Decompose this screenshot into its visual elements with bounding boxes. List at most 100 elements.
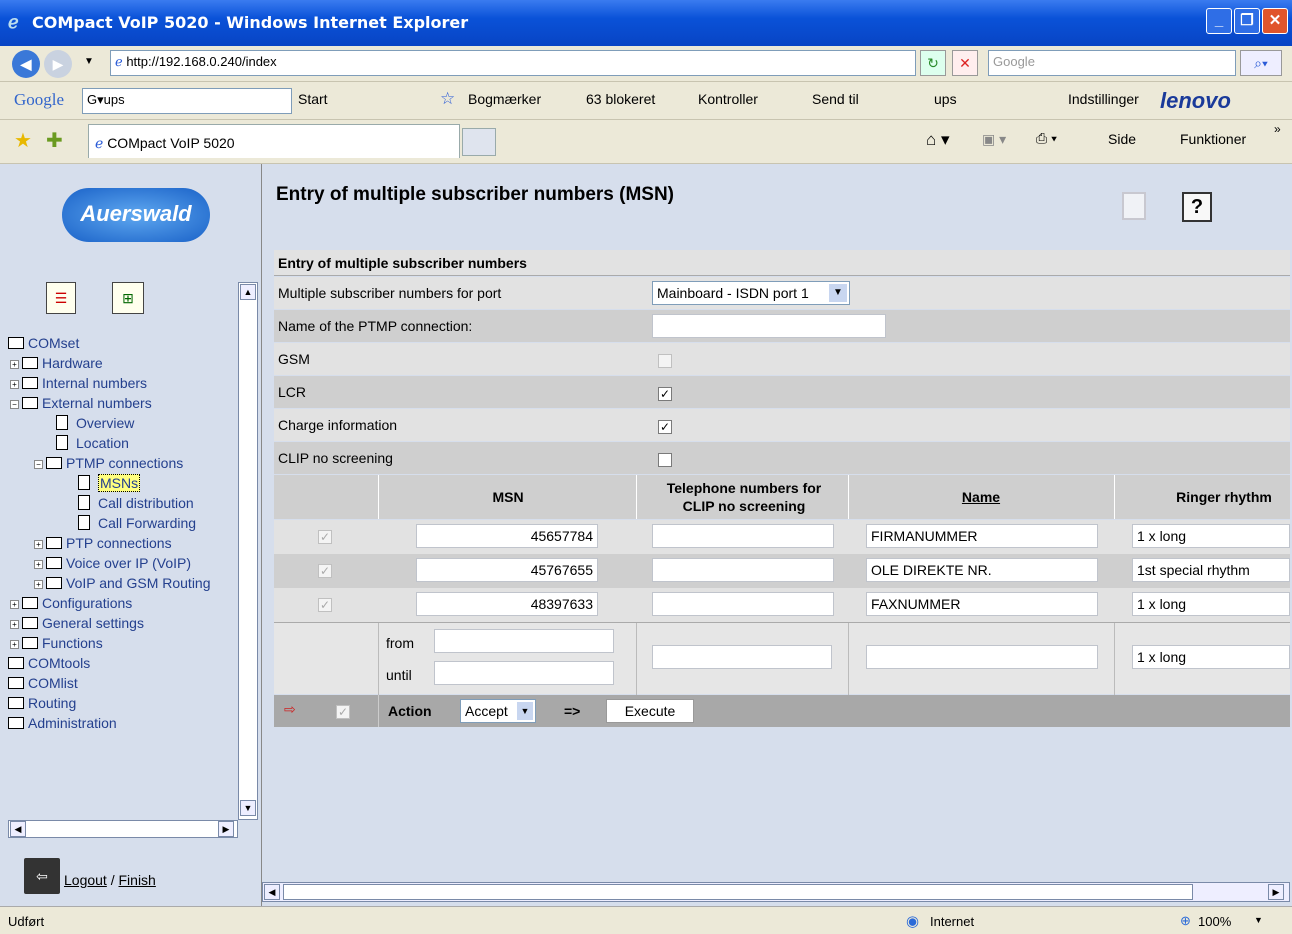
column-name[interactable]: Name — [850, 489, 1112, 505]
tree-view-icon[interactable]: ☰ — [46, 282, 76, 314]
dropdown-arrow-icon[interactable]: ▼ — [84, 56, 94, 67]
tree-internal-numbers[interactable]: + Internal numbers — [10, 374, 147, 392]
select-all-checkbox[interactable]: ✓ — [336, 705, 350, 719]
tools-menu[interactable]: Funktioner — [1180, 131, 1246, 147]
scroll-up-button[interactable]: ▲ — [240, 284, 256, 300]
help-button[interactable]: ? — [1182, 192, 1212, 222]
tree-hscrollbar[interactable] — [8, 820, 238, 838]
finish-link[interactable]: Finish — [119, 872, 156, 888]
row-select-checkbox[interactable]: ✓ — [318, 598, 332, 612]
page-menu[interactable]: Side — [1108, 131, 1136, 147]
name-input[interactable]: FAXNUMMER — [866, 592, 1098, 616]
new-tab-button[interactable] — [462, 128, 496, 156]
back-button[interactable]: ◀ — [12, 50, 40, 78]
row-select-checkbox[interactable]: ✓ — [318, 564, 332, 578]
print-icon[interactable]: ⎙ ▾ — [1036, 130, 1057, 147]
search-icon[interactable]: ⌕▾ — [1240, 50, 1282, 76]
tree-comtools[interactable]: COMtools — [8, 654, 90, 672]
ringer-select[interactable]: 1 x long — [1132, 592, 1290, 616]
popup-blocked-button[interactable]: 63 blokeret — [586, 91, 655, 107]
tree-hardware[interactable]: + Hardware — [10, 354, 103, 372]
start-button[interactable]: Start — [298, 91, 328, 107]
tree-functions[interactable]: + Functions — [10, 634, 103, 652]
tab-compact[interactable]: ℯ COMpact VoIP 5020 — [88, 124, 460, 158]
ptmp-name-input[interactable] — [652, 314, 886, 338]
msn-input[interactable]: 45657784 — [416, 524, 598, 548]
refresh-button[interactable]: ↻ — [920, 50, 946, 76]
tree-ptp-connections[interactable]: + PTP connections — [34, 534, 172, 552]
tree-administration[interactable]: Administration — [8, 714, 117, 732]
tree-call-forwarding[interactable]: Call Forwarding — [78, 514, 196, 532]
msn-input[interactable]: 45767655 — [416, 558, 598, 582]
hscroll-thumb[interactable] — [283, 884, 1193, 900]
tree-general-settings[interactable]: + General settings — [10, 614, 144, 632]
tree-comlist[interactable]: COMlist — [8, 674, 78, 692]
maximize-button[interactable]: ❐ — [1234, 8, 1260, 34]
zoom-dropdown-icon[interactable]: ▼ — [1254, 915, 1263, 925]
logout-door-icon[interactable]: ⇦ — [24, 858, 60, 894]
home-icon[interactable]: ⌂ ▾ — [926, 130, 950, 150]
row-select-checkbox[interactable]: ✓ — [318, 530, 332, 544]
lcr-checkbox[interactable]: ✓ — [658, 387, 672, 401]
stop-button[interactable]: ✕ — [952, 50, 978, 76]
tree-call-distribution[interactable]: Call distribution — [78, 494, 194, 512]
clip-number-input[interactable] — [652, 524, 834, 548]
highlight-ups-button[interactable]: ups — [934, 91, 957, 107]
expand-icon: + — [10, 360, 19, 369]
tree-scrollbar[interactable] — [238, 282, 258, 820]
favorites-star-icon[interactable]: ★ — [14, 128, 32, 153]
overflow-chevron-icon[interactable]: » — [1274, 122, 1281, 136]
name-input[interactable]: OLE DIREKTE NR. — [866, 558, 1098, 582]
tree-voip-gsm-routing[interactable]: + VoIP and GSM Routing — [34, 574, 211, 592]
spellcheck-button[interactable]: Kontroller — [698, 91, 758, 107]
scroll-down-button[interactable]: ▼ — [240, 800, 256, 816]
close-button[interactable]: ✕ — [1262, 8, 1288, 34]
tree-external-numbers[interactable]: − External numbers — [10, 394, 152, 412]
new-name-input[interactable] — [866, 645, 1098, 669]
port-select[interactable]: Mainboard - ISDN port 1 ▼ — [652, 281, 850, 305]
status-bar: Udført ◉ Internet ⊕ 100% ▼ — [0, 906, 1292, 934]
main-scroll-right-button[interactable]: ▶ — [1268, 884, 1284, 900]
msn-until-input[interactable] — [434, 661, 614, 685]
clip-number-input[interactable] — [652, 592, 834, 616]
google-search-input[interactable]: G▾ups — [82, 88, 292, 114]
main-hscrollbar[interactable] — [262, 882, 1290, 902]
search-input[interactable]: Google — [988, 50, 1236, 76]
zoom-level[interactable]: 100% — [1198, 914, 1231, 929]
settings-button[interactable]: Indstillinger — [1068, 91, 1139, 107]
action-select[interactable]: Accept ▼ — [460, 699, 536, 723]
ringer-select[interactable]: 1st special rhythm — [1132, 558, 1290, 582]
structure-view-icon[interactable]: ⊞ — [112, 282, 144, 314]
scroll-left-button[interactable]: ◀ — [10, 821, 26, 837]
gsm-checkbox[interactable] — [658, 354, 672, 368]
scroll-right-button[interactable]: ▶ — [218, 821, 234, 837]
forward-button[interactable]: ▶ — [44, 50, 72, 78]
clip-checkbox[interactable] — [658, 453, 672, 467]
tree-routing[interactable]: Routing — [8, 694, 76, 712]
new-ringer-select[interactable]: 1 x long — [1132, 645, 1290, 669]
send-to-button[interactable]: Send til — [812, 91, 859, 107]
new-clip-number-input[interactable] — [652, 645, 832, 669]
tree-msns[interactable]: MSNs — [78, 474, 141, 492]
main-scroll-left-button[interactable]: ◀ — [264, 884, 280, 900]
bookmarks-button[interactable]: Bogmærker — [468, 91, 541, 107]
msn-from-input[interactable] — [434, 629, 614, 653]
save-icon[interactable] — [1122, 192, 1146, 220]
execute-button[interactable]: Execute — [606, 699, 694, 723]
tree-location[interactable]: Location — [56, 434, 129, 452]
clip-number-input[interactable] — [652, 558, 834, 582]
ringer-select[interactable]: 1 x long — [1132, 524, 1290, 548]
feeds-icon[interactable]: ▣ ▾ — [982, 131, 1006, 148]
name-input[interactable]: FIRMANUMMER — [866, 524, 1098, 548]
msn-input[interactable]: 48397633 — [416, 592, 598, 616]
address-field[interactable]: ℯ http://192.168.0.240/index — [110, 50, 916, 76]
tree-ptmp-connections[interactable]: − PTMP connections — [34, 454, 183, 472]
add-favorite-icon[interactable]: ✚ — [46, 128, 63, 153]
tree-overview[interactable]: Overview — [56, 414, 134, 432]
charge-checkbox[interactable]: ✓ — [658, 420, 672, 434]
tree-voip[interactable]: + Voice over IP (VoIP) — [34, 554, 191, 572]
minimize-button[interactable]: _ — [1206, 8, 1232, 34]
logout-link[interactable]: Logout — [64, 872, 107, 888]
tree-comset[interactable]: COMset — [8, 334, 79, 352]
tree-configurations[interactable]: + Configurations — [10, 594, 132, 612]
